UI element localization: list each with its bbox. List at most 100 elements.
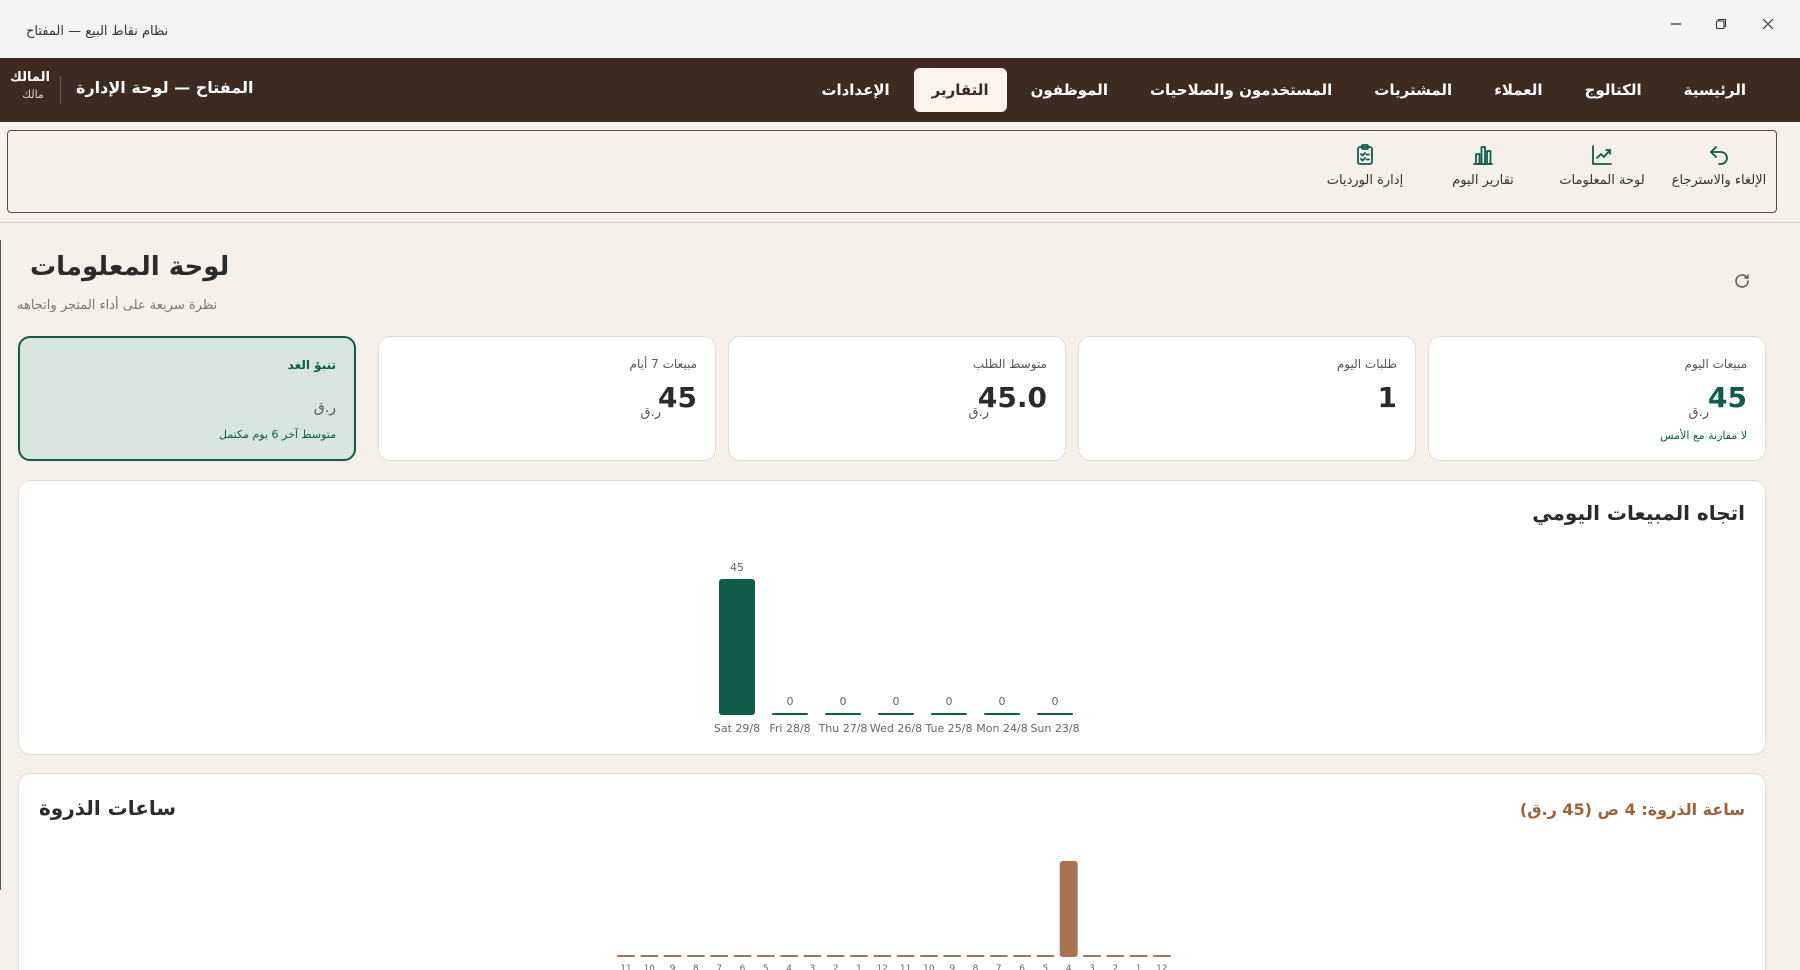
daily-sales-panel: اتجاه المبيعات اليومي 45 Sat 29/8 0 Fri 28/… (18, 480, 1766, 755)
x-tick-label: 3 (1089, 964, 1095, 970)
kpi-label: مبيعات اليوم (1684, 357, 1747, 371)
chart-bar (1106, 955, 1125, 957)
restore-icon[interactable] (1699, 10, 1743, 38)
kpi-value: 45 (1708, 381, 1747, 414)
divider (0, 240, 1, 890)
subnav-label: إدارة الورديات (1326, 173, 1404, 188)
chart-bar (1037, 713, 1073, 715)
x-tick-label: 9 (670, 964, 676, 970)
kpi-value: 1 (1377, 381, 1397, 414)
kpi-label: طلبات اليوم (1336, 357, 1397, 371)
kpi-label: مبيعات 7 أيام (629, 357, 697, 371)
chart-bar (966, 955, 985, 957)
peak-hours-panel: ساعات الذروة ساعة الذروة: 4 ص (45 ر.ق) 1… (18, 773, 1766, 970)
x-tick-label: 7 (996, 964, 1002, 970)
kpi-label: متوسط الطلب (972, 357, 1047, 371)
kpi-unit: ر.ق (640, 405, 662, 420)
bar-chart-icon (1473, 146, 1493, 165)
chart-bar (825, 713, 861, 715)
chart-bar (686, 955, 705, 957)
bar-value-label: 0 (1052, 695, 1059, 708)
chart-bar (989, 955, 1008, 957)
x-tick-label: 7 (716, 964, 722, 970)
chart-bar (710, 955, 729, 957)
x-tick-label: 12 (877, 964, 888, 970)
nav-item-purchases[interactable]: المشتريات (1356, 68, 1470, 112)
subnav-label: تقارير اليوم (1452, 173, 1514, 188)
kpi-today-orders: طلبات اليوم 1 (1078, 336, 1416, 461)
divider (60, 76, 61, 104)
chart-bar (1129, 955, 1148, 957)
x-tick-label: 6 (1019, 964, 1025, 970)
kpi-note: متوسط آخر 6 يوم مكتمل (218, 428, 336, 441)
bar-value-label: 0 (999, 695, 1006, 708)
chart-bar (640, 955, 659, 957)
nav-item-users-permissions[interactable]: المستخدمون والصلاحيات (1132, 68, 1350, 112)
app-brand: المفتاح — لوحة الإدارة (76, 78, 254, 97)
subnav-label: لوحة المعلومات (1559, 173, 1645, 188)
x-tick-label: 9 (949, 964, 955, 970)
kpi-forecast: تنبؤ الغد ر.ق متوسط آخر 6 يوم مكتمل (18, 336, 356, 461)
x-tick-label: Tue 25/8 (925, 722, 973, 735)
bar-value-label: 0 (787, 695, 794, 708)
subnav-item-voids-returns[interactable]: الإلغاء والاسترجاع (1664, 143, 1774, 188)
x-tick-label: 8 (693, 964, 699, 970)
kpi-unit: ر.ق (313, 400, 336, 416)
chart-bar (873, 955, 892, 957)
page-subtitle: نظرة سريعة على أداء المتجر واتجاهه (17, 298, 218, 313)
nav-item-customers[interactable]: العملاء (1476, 68, 1560, 112)
refresh-icon[interactable] (1733, 272, 1751, 294)
nav-item-catalog[interactable]: الكتالوج (1567, 68, 1660, 112)
chart-bar (780, 955, 799, 957)
chart-bar (803, 955, 822, 957)
window-titlebar: نظام نقاط البيع — المفتاح (0, 0, 1800, 58)
kpi-unit: ر.ق (968, 405, 990, 420)
nav-item-reports[interactable]: التقارير (913, 68, 1007, 112)
peak-hours-chart: 11 10 9 8 7 6 5 4 3 2 1 12 11 10 9 8 7 6 5 4 3 2 1 12 (617, 861, 1171, 970)
user-role: مالك (22, 88, 44, 101)
kpi-label: تنبؤ الغد (287, 358, 336, 372)
kpi-avg-order: متوسط الطلب 45.0 ر.ق (728, 336, 1066, 461)
x-tick-label: 2 (833, 964, 839, 970)
chart-bar (931, 713, 967, 715)
x-tick-label: Sun 23/8 (1030, 722, 1079, 735)
x-tick-label: 2 (1112, 964, 1118, 970)
nav-item-home[interactable]: الرئيسية (1666, 68, 1764, 112)
chart-bar (1083, 955, 1101, 957)
chart-bar (1036, 955, 1055, 957)
chart-bar (943, 955, 962, 957)
bar-value-label: 0 (840, 695, 847, 708)
user-name: المالك (10, 70, 50, 85)
x-tick-label: 10 (923, 964, 935, 970)
user-info[interactable]: المالك مالك (10, 70, 50, 101)
page-title: لوحة المعلومات (30, 252, 230, 282)
bar-value-label: 0 (893, 695, 900, 708)
kpi-note: لا مقارنة مع الأمس (1660, 429, 1747, 442)
subnav-item-dashboard[interactable]: لوحة المعلومات (1547, 143, 1657, 188)
minimize-icon[interactable] (1654, 10, 1698, 38)
nav-item-employees[interactable]: الموظفون (1013, 68, 1126, 112)
x-tick-label: Fri 28/8 (769, 722, 810, 735)
subnav-item-shifts[interactable]: إدارة الورديات (1310, 143, 1420, 188)
close-icon[interactable] (1746, 10, 1790, 38)
x-tick-label: 4 (1066, 964, 1072, 970)
clipboard-icon (1357, 144, 1373, 165)
nav-item-settings[interactable]: الإعدادات (803, 68, 907, 112)
x-tick-label: 6 (740, 964, 746, 970)
subnav-item-today-reports[interactable]: تقارير اليوم (1428, 143, 1538, 188)
chart-bar (756, 955, 775, 957)
chart-bar (663, 955, 682, 957)
chart-bar (719, 579, 755, 715)
x-tick-label: 4 (786, 964, 792, 970)
x-tick-label: 1 (856, 964, 862, 970)
trend-chart-icon (1592, 145, 1612, 165)
kpi-unit: ر.ق (1688, 405, 1710, 420)
chart-bar (617, 955, 635, 957)
daily-sales-chart: 45 Sat 29/8 0 Fri 28/8 0 Thu 27/8 0 Wed 26/8 0 Tu… (714, 561, 1080, 735)
chart-bar (733, 955, 752, 957)
main-nav: الرئيسية الكتالوج العملاء المشتريات المس… (803, 68, 1764, 112)
chart-bar (984, 713, 1020, 715)
bar-value-label: 45 (730, 561, 744, 574)
chart-bar (850, 955, 868, 957)
x-tick-label: Mon 24/8 (976, 722, 1027, 735)
